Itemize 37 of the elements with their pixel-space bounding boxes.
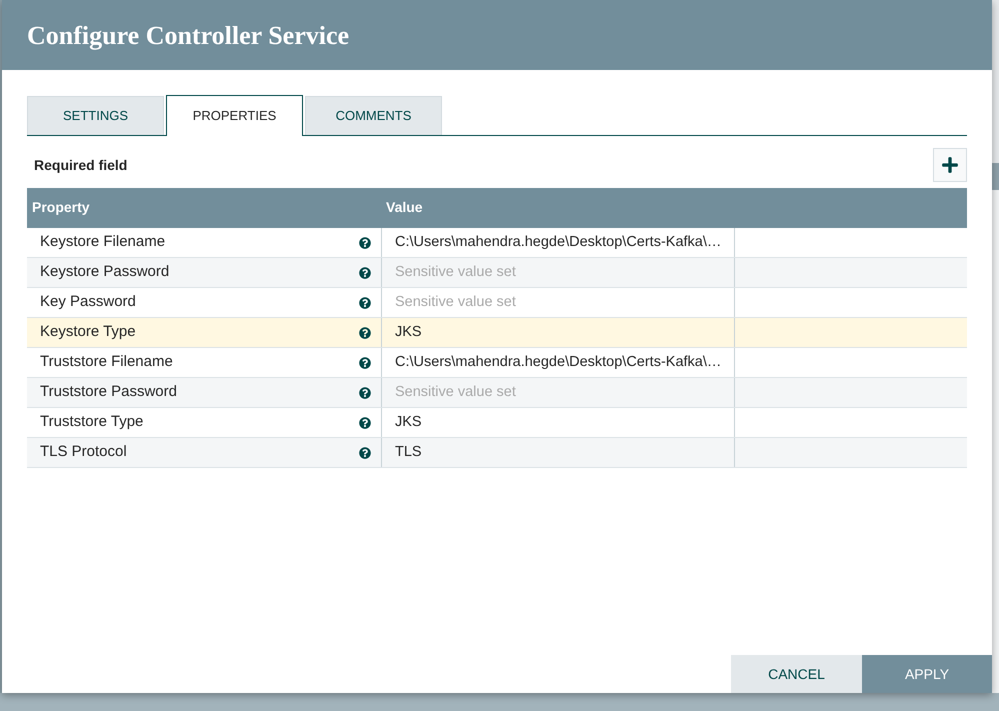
property-name: Keystore Password bbox=[40, 262, 170, 282]
value-cell[interactable]: C:\Users\mahendra.hegde\Desktop\Certs-Kafka\… bbox=[395, 232, 722, 254]
property-name: TLS Protocol bbox=[40, 442, 127, 462]
plus-icon bbox=[941, 156, 959, 174]
value-cell[interactable]: JKS bbox=[395, 412, 422, 434]
help-icon[interactable] bbox=[359, 296, 371, 308]
table-row[interactable]: TLS Protocol TLS bbox=[27, 438, 967, 468]
table-row[interactable]: Keystore Filename C:\Users\mahendra.hegde\Desktop\Certs-Kafka\… bbox=[27, 228, 967, 258]
property-name: Truststore Type bbox=[40, 412, 144, 432]
table-row[interactable]: Keystore Password Sensitive value set bbox=[27, 258, 967, 288]
tab[interactable]: SETTINGS bbox=[27, 96, 164, 135]
property-name: Key Password bbox=[40, 292, 136, 312]
table-row[interactable]: Truststore Password Sensitive value set bbox=[27, 378, 967, 408]
property-name: Truststore Password bbox=[40, 382, 177, 402]
cancel-button[interactable]: CANCEL bbox=[731, 655, 862, 693]
table-row[interactable]: Key Password Sensitive value set bbox=[27, 288, 967, 318]
help-icon[interactable] bbox=[359, 416, 371, 428]
tab[interactable]: COMMENTS bbox=[305, 96, 442, 135]
table-row[interactable]: Truststore Type JKS bbox=[27, 408, 967, 438]
dialog-title: Configure Controller Service bbox=[27, 20, 350, 52]
required-field-label: Required field bbox=[33, 156, 128, 175]
help-icon[interactable] bbox=[359, 386, 371, 398]
value-cell[interactable]: C:\Users\mahendra.hegde\Desktop\Certs-Kafka\… bbox=[395, 352, 722, 374]
table-row[interactable]: Truststore Filename C:\Users\mahendra.hegde\Desktop\Certs-Kafka\… bbox=[27, 348, 967, 378]
help-icon[interactable] bbox=[359, 356, 371, 368]
help-icon[interactable] bbox=[359, 266, 371, 278]
property-name: Keystore Type bbox=[40, 322, 136, 342]
help-icon[interactable] bbox=[359, 446, 371, 458]
add-property-button[interactable] bbox=[933, 148, 967, 182]
help-icon[interactable] bbox=[359, 326, 371, 338]
property-name: Truststore Filename bbox=[40, 352, 173, 372]
property-name: Keystore Filename bbox=[40, 232, 166, 252]
value-cell[interactable]: JKS bbox=[395, 322, 422, 344]
tab[interactable]: PROPERTIES bbox=[166, 95, 303, 136]
table-row[interactable]: Keystore Type JKS bbox=[27, 318, 967, 348]
help-icon[interactable] bbox=[359, 236, 371, 248]
value-cell[interactable]: TLS bbox=[395, 442, 422, 464]
